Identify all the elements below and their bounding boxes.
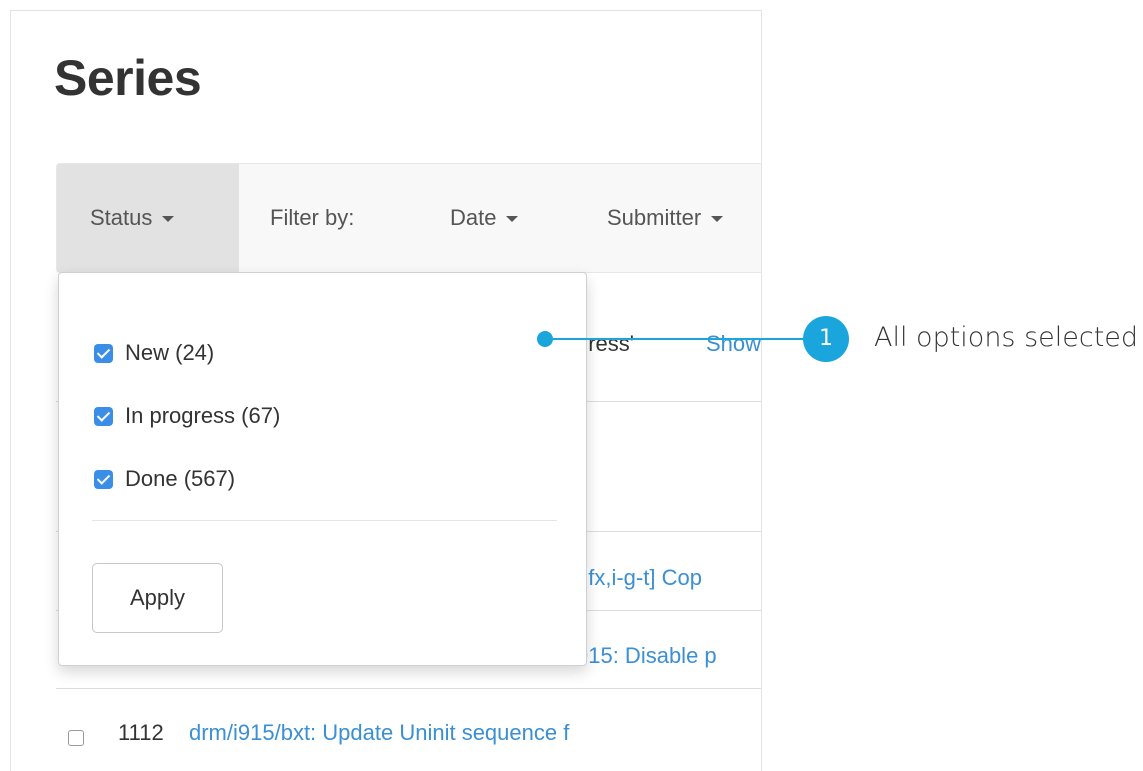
row-divider xyxy=(56,688,761,689)
checkbox-checked-icon[interactable] xyxy=(94,470,113,489)
submitter-filter-toggle[interactable]: Submitter xyxy=(607,164,724,272)
show-link[interactable]: Show xyxy=(706,331,761,357)
caret-down-icon xyxy=(162,216,175,223)
series-title-link[interactable]: drm/i915/bxt: Update Uninit sequence f xyxy=(189,720,569,746)
page-title: Series xyxy=(54,50,202,106)
row-checkbox[interactable] xyxy=(68,730,84,746)
caret-down-icon xyxy=(711,216,724,223)
series-title-link[interactable]: gfx,i-g-t] Cop xyxy=(576,565,702,591)
series-id: 1112 xyxy=(118,720,164,745)
callout-dot xyxy=(537,331,553,347)
date-filter-label: Date xyxy=(450,205,497,230)
filter-by-label: Filter by: xyxy=(270,205,355,230)
status-filter-label: Status xyxy=(90,205,153,230)
status-option-new[interactable]: New (24) xyxy=(94,340,214,366)
apply-button[interactable]: Apply xyxy=(92,563,223,633)
status-option-label: In progress (67) xyxy=(125,403,281,428)
checkbox-checked-icon[interactable] xyxy=(94,344,113,363)
callout-number-badge: 1 xyxy=(803,316,849,362)
caret-down-icon xyxy=(506,216,519,223)
status-dropdown-menu: New (24) In progress (67) Done (567) App… xyxy=(58,272,587,666)
status-option-in-progress[interactable]: In progress (67) xyxy=(94,403,280,429)
date-filter-toggle[interactable]: Date xyxy=(450,164,519,272)
status-filter-toggle[interactable]: Status xyxy=(57,164,239,272)
series-title-link[interactable]: 915: Disable p xyxy=(576,643,717,669)
status-option-done[interactable]: Done (567) xyxy=(94,466,235,492)
callout-label: All options selected xyxy=(874,322,1139,353)
status-option-label: Done (567) xyxy=(125,466,236,491)
status-option-label: New (24) xyxy=(125,340,215,365)
checkbox-checked-icon[interactable] xyxy=(94,407,113,426)
callout-leader-line xyxy=(545,338,815,340)
submitter-filter-label: Submitter xyxy=(607,205,702,230)
dropdown-divider xyxy=(92,520,557,521)
filter-navbar: Status Filter by: Date Submitter xyxy=(56,163,761,273)
